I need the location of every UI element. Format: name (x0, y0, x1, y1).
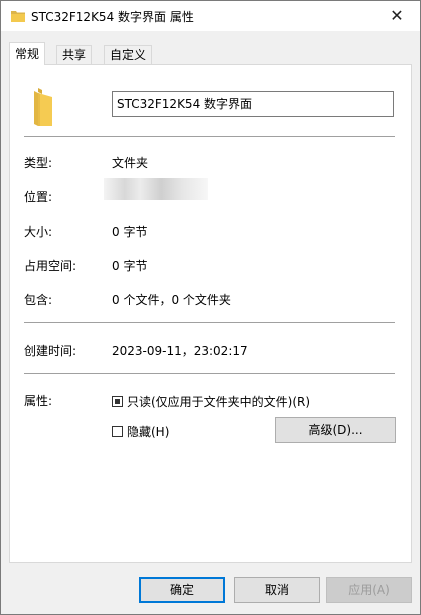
separator (24, 136, 395, 137)
size-on-disk-value: 0 字节 (112, 259, 148, 273)
advanced-button[interactable]: 高级(D)... (275, 417, 396, 443)
tab-customize[interactable]: 自定义 (104, 45, 153, 65)
created-value: 2023-09-11，23:02:17 (112, 344, 248, 358)
location-value-redacted (104, 178, 208, 200)
close-button[interactable]: ✕ (374, 1, 420, 31)
location-label: 位置: (24, 190, 53, 204)
hidden-label[interactable]: 隐藏(H) (127, 423, 169, 440)
separator (24, 373, 395, 374)
type-value: 文件夹 (112, 156, 149, 170)
contains-label: 包含: (24, 293, 53, 307)
folder-name-input[interactable]: STC32F12K54 数字界面 (112, 91, 394, 117)
readonly-checkbox[interactable] (112, 396, 123, 407)
window-title: STC32F12K54 数字界面 属性 (31, 10, 194, 24)
folder-icon (11, 11, 25, 22)
general-panel: STC32F12K54 数字界面 类型: 文件夹 位置: 大小: 0 字节 占用… (9, 64, 412, 563)
size-label: 大小: (24, 225, 53, 239)
attributes-label: 属性: (24, 394, 53, 408)
tab-general[interactable]: 常规 (9, 42, 46, 65)
apply-button: 应用(A) (326, 577, 412, 603)
title-bar[interactable]: STC32F12K54 数字界面 属性 ✕ (1, 1, 420, 31)
size-on-disk-label: 占用空间: (24, 259, 77, 273)
hidden-checkbox[interactable] (112, 426, 123, 437)
separator (24, 322, 395, 323)
type-label: 类型: (24, 156, 53, 170)
properties-dialog: STC32F12K54 数字界面 属性 ✕ 常规 共享 自定义 STC32F12… (0, 0, 421, 615)
created-label: 创建时间: (24, 344, 77, 358)
cancel-button[interactable]: 取消 (234, 577, 320, 603)
ok-button[interactable]: 确定 (139, 577, 225, 603)
close-icon: ✕ (390, 6, 404, 25)
folder-large-icon (34, 88, 52, 126)
readonly-label[interactable]: 只读(仅应用于文件夹中的文件)(R) (127, 393, 310, 410)
contains-value: 0 个文件，0 个文件夹 (112, 293, 231, 307)
tab-sharing[interactable]: 共享 (56, 45, 93, 65)
size-value: 0 字节 (112, 225, 148, 239)
